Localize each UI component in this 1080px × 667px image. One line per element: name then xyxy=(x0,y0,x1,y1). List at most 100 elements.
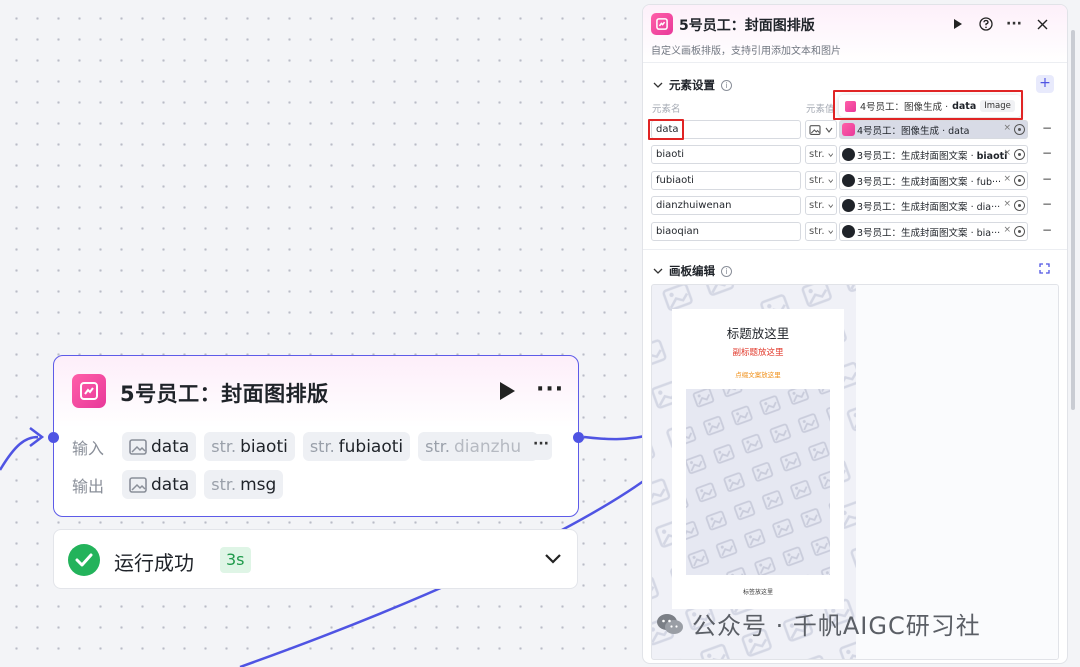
info-icon[interactable]: i xyxy=(721,265,732,277)
remove-element-button[interactable]: − xyxy=(1042,172,1052,186)
node-input-row: 输入 data str. biaoti str. fubiaoti str. dian… xyxy=(72,432,539,461)
target-icon[interactable] xyxy=(1014,175,1025,186)
add-element-button[interactable]: + xyxy=(1036,75,1054,93)
element-value-reference[interactable]: 4号员工：图像生成 · data × xyxy=(839,120,1028,139)
target-icon[interactable] xyxy=(1014,149,1025,160)
fullscreen-icon[interactable] xyxy=(1039,263,1050,274)
more-icon[interactable]: ··· xyxy=(536,379,564,401)
chevron-down-icon xyxy=(825,127,833,133)
element-name-input[interactable]: dianzhuiwenan xyxy=(651,196,801,215)
image-generation-icon xyxy=(842,123,855,136)
more-icon[interactable]: ··· xyxy=(1005,15,1023,33)
clear-icon[interactable]: × xyxy=(1003,174,1011,184)
chevron-down-icon xyxy=(827,178,833,183)
output-chip-msg[interactable]: str. msg xyxy=(204,470,284,499)
remove-element-button[interactable]: − xyxy=(1042,146,1052,160)
chevron-down-icon xyxy=(827,229,833,234)
element-type-select[interactable] xyxy=(805,120,837,139)
artboard-title-text[interactable]: 标题放这里 xyxy=(672,323,844,342)
element-value-reference[interactable]: 3号员工：生成封面图文案 · bia··· × xyxy=(839,222,1028,241)
remove-element-button[interactable]: − xyxy=(1042,223,1052,237)
artboard-accent-text[interactable]: 点缀文案放这里 xyxy=(672,369,844,379)
more-inputs-button[interactable]: ··· xyxy=(530,434,552,460)
input-port[interactable] xyxy=(48,432,59,443)
node-title: 5号员工：封面图排版 xyxy=(120,382,329,406)
input-label: 输入 xyxy=(72,438,105,458)
remove-element-button[interactable]: − xyxy=(1042,197,1052,211)
element-type-select[interactable]: str. xyxy=(805,145,837,164)
element-type-select[interactable]: str. xyxy=(805,171,837,190)
image-icon xyxy=(809,124,821,135)
image-generation-icon xyxy=(845,100,856,112)
remove-element-button[interactable]: − xyxy=(1042,121,1052,135)
panel-title: 5号员工：封面图排版 xyxy=(679,18,815,34)
chevron-down-icon xyxy=(653,268,663,274)
close-icon[interactable] xyxy=(1033,15,1051,33)
chevron-down-icon xyxy=(653,82,663,88)
element-row-biaoti: biaoti str. 3号员工：生成封面图文案 · biaoti × − xyxy=(651,145,1056,165)
artboard-image-placeholder[interactable] xyxy=(686,389,830,575)
element-row-biaoqian: biaoqian str. 3号员工：生成封面图文案 · bia··· × − xyxy=(651,222,1056,242)
element-value-reference[interactable]: 3号员工：生成封面图文案 · biaoti × xyxy=(839,145,1028,164)
clear-icon[interactable]: × xyxy=(1003,123,1011,133)
run-status-bar[interactable]: 运行成功 3s xyxy=(53,529,578,589)
chevron-down-icon[interactable] xyxy=(544,552,562,566)
copywriting-agent-icon xyxy=(842,174,855,187)
artboard[interactable]: 标题放这里 副标题放这里 点缀文案放这里 标签放这里 xyxy=(672,309,844,609)
input-chip-dianzhu[interactable]: str. dianzhu xyxy=(418,432,539,461)
artboard-canvas[interactable]: 标题放这里 副标题放这里 点缀文案放这里 标签放这里 xyxy=(651,284,1059,660)
workflow-node-cover-layout[interactable]: 5号员工：封面图排版 ··· 输入 data str. biaoti str. fu… xyxy=(53,355,579,517)
clear-icon[interactable]: × xyxy=(1003,225,1011,235)
clear-icon[interactable]: × xyxy=(1003,148,1011,158)
canvas-empty-area xyxy=(856,285,1058,659)
element-row-data: data 4号员工：图像生成 · data × − xyxy=(651,120,1056,140)
element-name-input[interactable]: biaoti xyxy=(651,145,801,164)
clear-icon[interactable]: × xyxy=(1003,199,1011,209)
artboard-tag-text[interactable]: 标签放这里 xyxy=(672,587,844,596)
element-type-select[interactable]: str. xyxy=(805,222,837,241)
watermark: 公众号 · 千帆AIGC研习社 xyxy=(656,606,981,641)
artboard-subtitle-text[interactable]: 副标题放这里 xyxy=(672,346,844,358)
section-divider xyxy=(643,249,1067,250)
info-icon[interactable]: i xyxy=(721,79,732,91)
input-chip-fubiaoti[interactable]: str. fubiaoti xyxy=(302,432,411,461)
panel-header: 5号员工：封面图排版 自定义画板排版，支持引用添加文本和图片 ··· xyxy=(643,5,1067,63)
node-settings-panel: 5号员工：封面图排版 自定义画板排版，支持引用添加文本和图片 ··· 元素设置 … xyxy=(642,4,1068,664)
copywriting-agent-icon xyxy=(842,148,855,161)
column-header-value: 元素值 xyxy=(806,104,835,115)
element-type-select[interactable]: str. xyxy=(805,196,837,215)
copywriting-agent-icon xyxy=(842,199,855,212)
help-icon[interactable] xyxy=(977,15,995,33)
element-settings-section[interactable]: 元素设置 i xyxy=(653,77,732,93)
reference-tooltip: 4号员工：图像生成 · data Image xyxy=(839,95,1021,117)
input-chip-biaoti[interactable]: str. biaoti xyxy=(204,432,295,461)
element-name-input[interactable]: fubiaoti xyxy=(651,171,801,190)
output-port[interactable] xyxy=(573,432,584,443)
output-chip-data[interactable]: data xyxy=(122,470,197,499)
cover-layout-icon xyxy=(72,374,106,408)
element-name-input[interactable]: biaoqian xyxy=(651,222,801,241)
play-icon[interactable] xyxy=(949,15,967,33)
play-icon[interactable] xyxy=(498,381,516,401)
target-icon[interactable] xyxy=(1014,226,1025,237)
wechat-icon xyxy=(657,613,683,634)
panel-scrollbar[interactable] xyxy=(1071,30,1075,410)
target-icon[interactable] xyxy=(1014,124,1025,135)
element-row-fubiaoti: fubiaoti str. 3号员工：生成封面图文案 · fub··· × − xyxy=(651,171,1056,191)
output-label: 输出 xyxy=(72,476,105,496)
cover-layout-icon xyxy=(651,13,673,35)
image-icon xyxy=(129,476,147,493)
copywriting-agent-icon xyxy=(842,225,855,238)
input-chip-data[interactable]: data xyxy=(122,432,197,461)
element-row-dianzhuiwenan: dianzhuiwenan str. 3号员工：生成封面图文案 · dia···… xyxy=(651,196,1056,216)
column-header-name: 元素名 xyxy=(652,104,681,115)
image-placeholder-pattern xyxy=(686,389,830,575)
element-value-reference[interactable]: 3号员工：生成封面图文案 · fub··· × xyxy=(839,171,1028,190)
target-icon[interactable] xyxy=(1014,200,1025,211)
element-name-input[interactable]: data xyxy=(651,120,801,139)
status-text: 运行成功 xyxy=(114,551,194,575)
element-value-reference[interactable]: 3号员工：生成封面图文案 · dia··· × xyxy=(839,196,1028,215)
duration-badge: 3s xyxy=(220,547,251,573)
canvas-edit-section[interactable]: 画板编辑 i xyxy=(653,263,732,279)
check-circle-icon xyxy=(68,544,100,576)
